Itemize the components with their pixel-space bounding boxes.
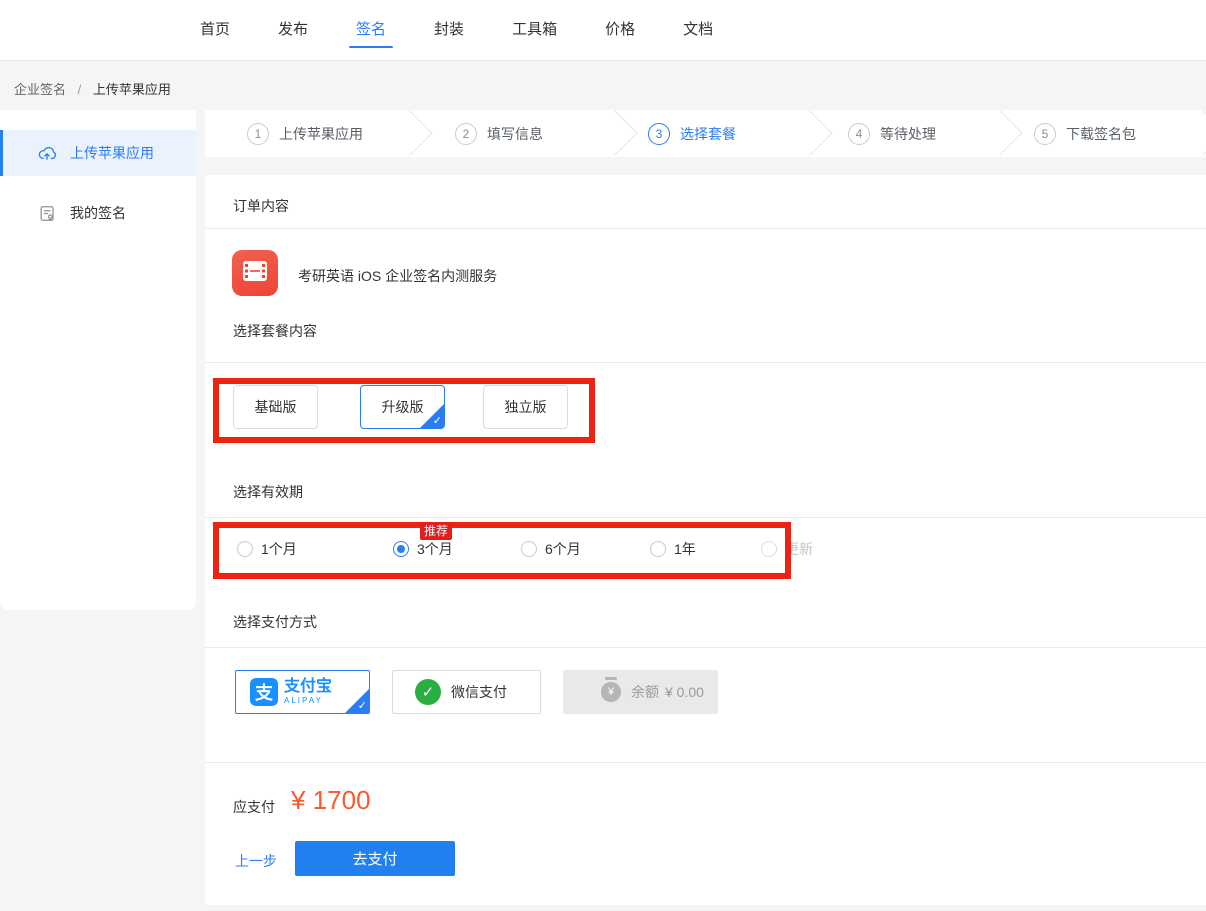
- nav-home[interactable]: 首页: [200, 0, 230, 60]
- step-number: 1: [247, 123, 269, 145]
- wechat-name: 微信支付: [451, 682, 507, 702]
- money-bag-icon: ¥: [601, 682, 621, 702]
- alipay-icon: 支: [250, 678, 278, 706]
- amount-due-value: ¥ 1700: [291, 785, 371, 816]
- step-label: 上传苹果应用: [279, 124, 363, 144]
- payment-method-wechat[interactable]: ✓ 微信支付: [392, 670, 541, 714]
- recommend-badge: 推荐: [420, 523, 452, 540]
- section-title-package: 选择套餐内容: [233, 321, 317, 341]
- sidebar: 上传苹果应用 我的签名: [0, 110, 196, 610]
- radio-icon: [650, 541, 666, 557]
- step-number: 2: [455, 123, 477, 145]
- top-header: 首页 发布 签名 封装 工具箱 价格 文档: [0, 0, 1206, 61]
- signature-doc-icon: [36, 202, 58, 224]
- divider: [205, 362, 1206, 363]
- step-label: 下载签名包: [1066, 124, 1136, 144]
- check-icon: ✓: [433, 415, 442, 428]
- package-option-label: 独立版: [505, 397, 547, 417]
- nav-docs[interactable]: 文档: [683, 0, 713, 60]
- radio-icon: [237, 541, 253, 557]
- previous-step-link[interactable]: 上一步: [235, 851, 277, 871]
- divider: [205, 762, 1206, 763]
- section-title-order: 订单内容: [233, 196, 289, 216]
- chevron-right-icon: [387, 110, 432, 155]
- amount-due-label: 应支付: [233, 797, 275, 817]
- chevron-right-icon: [592, 110, 637, 155]
- nav-package[interactable]: 封装: [434, 0, 464, 60]
- sidebar-item-my-signatures[interactable]: 我的签名: [0, 190, 196, 236]
- sidebar-item-label: 上传苹果应用: [70, 143, 154, 163]
- balance-amount: ¥ 0.00: [665, 684, 704, 700]
- step-4-processing: 4 等待处理: [848, 110, 936, 157]
- step-number: 4: [848, 123, 870, 145]
- chevron-right-icon: [1180, 110, 1206, 155]
- radio-label: 1年: [674, 541, 696, 557]
- film-icon: [242, 260, 268, 287]
- alipay-wordmark: 支付宝 ALIPAY: [284, 679, 332, 705]
- check-icon: ✓: [358, 700, 367, 713]
- cloud-upload-icon: [36, 142, 58, 164]
- wechat-pay-icon: ✓: [415, 679, 441, 705]
- radio-label: 6个月: [545, 541, 581, 557]
- product-name: 考研英语 iOS 企业签名内测服务: [298, 266, 497, 286]
- divider: [205, 647, 1206, 648]
- main-nav: 首页 发布 签名 封装 工具箱 价格 文档: [200, 0, 713, 60]
- order-card: 订单内容 考研英语 iOS 企业签名内测服务 选择套餐内容: [205, 175, 1206, 905]
- nav-toolbox[interactable]: 工具箱: [512, 0, 557, 60]
- chevron-right-icon: [787, 110, 832, 155]
- section-title-payment: 选择支付方式: [233, 612, 317, 632]
- radio-icon: [521, 541, 537, 557]
- step-label: 等待处理: [880, 124, 936, 144]
- radio-label: 更新: [785, 541, 813, 557]
- payment-method-balance: ¥ 余额 ¥ 0.00: [563, 670, 718, 714]
- alipay-name: 支付宝: [284, 679, 332, 695]
- app-icon: [232, 250, 278, 296]
- breadcrumb-current: 上传苹果应用: [93, 82, 171, 97]
- validity-option-3months[interactable]: 3个月: [393, 541, 453, 557]
- step-number: 5: [1034, 123, 1056, 145]
- nav-publish[interactable]: 发布: [278, 0, 308, 60]
- package-option-upgrade[interactable]: 升级版 ✓: [360, 385, 445, 429]
- alipay-sub: ALIPAY: [284, 697, 332, 705]
- divider: [205, 228, 1206, 229]
- balance-name: 余额: [631, 682, 659, 702]
- sidebar-item-label: 我的签名: [70, 203, 126, 223]
- radio-label: 3个月: [417, 541, 453, 557]
- package-option-label: 升级版: [382, 397, 424, 417]
- radio-icon: [761, 541, 777, 557]
- step-wizard: 1 上传苹果应用 2 填写信息 3 选择套餐 4 等待处理 5 下载签名包: [205, 110, 1206, 157]
- breadcrumb-separator: /: [78, 82, 82, 97]
- sidebar-item-upload-app[interactable]: 上传苹果应用: [0, 130, 196, 176]
- package-option-standalone[interactable]: 独立版: [483, 385, 568, 429]
- package-option-label: 基础版: [255, 397, 297, 417]
- step-2-fill-info: 2 填写信息: [455, 110, 543, 157]
- breadcrumb: 企业签名 / 上传苹果应用: [14, 79, 171, 98]
- validity-option-renew: 更新: [761, 541, 813, 557]
- validity-option-1year[interactable]: 1年: [650, 541, 696, 557]
- breadcrumb-root[interactable]: 企业签名: [14, 82, 66, 97]
- section-title-validity: 选择有效期: [233, 482, 303, 502]
- nav-pricing[interactable]: 价格: [605, 0, 635, 60]
- validity-option-6months[interactable]: 6个月: [521, 541, 581, 557]
- radio-label: 1个月: [261, 541, 297, 557]
- go-pay-button[interactable]: 去支付: [295, 841, 455, 876]
- step-3-choose-plan: 3 选择套餐: [648, 110, 736, 157]
- divider: [205, 517, 1206, 518]
- page: 首页 发布 签名 封装 工具箱 价格 文档 企业签名 / 上传苹果应用 上传苹果…: [0, 0, 1206, 911]
- step-1-upload: 1 上传苹果应用: [247, 110, 363, 157]
- step-5-download: 5 下载签名包: [1034, 110, 1136, 157]
- validity-option-1month[interactable]: 1个月: [237, 541, 297, 557]
- chevron-right-icon: [977, 110, 1022, 155]
- step-number: 3: [648, 123, 670, 145]
- nav-signature[interactable]: 签名: [356, 0, 386, 60]
- radio-icon: [393, 541, 409, 557]
- payment-method-alipay[interactable]: 支 支付宝 ALIPAY ✓: [235, 670, 370, 714]
- annotation-highlight-validity: [213, 522, 791, 579]
- step-label: 填写信息: [487, 124, 543, 144]
- step-label: 选择套餐: [680, 124, 736, 144]
- package-option-basic[interactable]: 基础版: [233, 385, 318, 429]
